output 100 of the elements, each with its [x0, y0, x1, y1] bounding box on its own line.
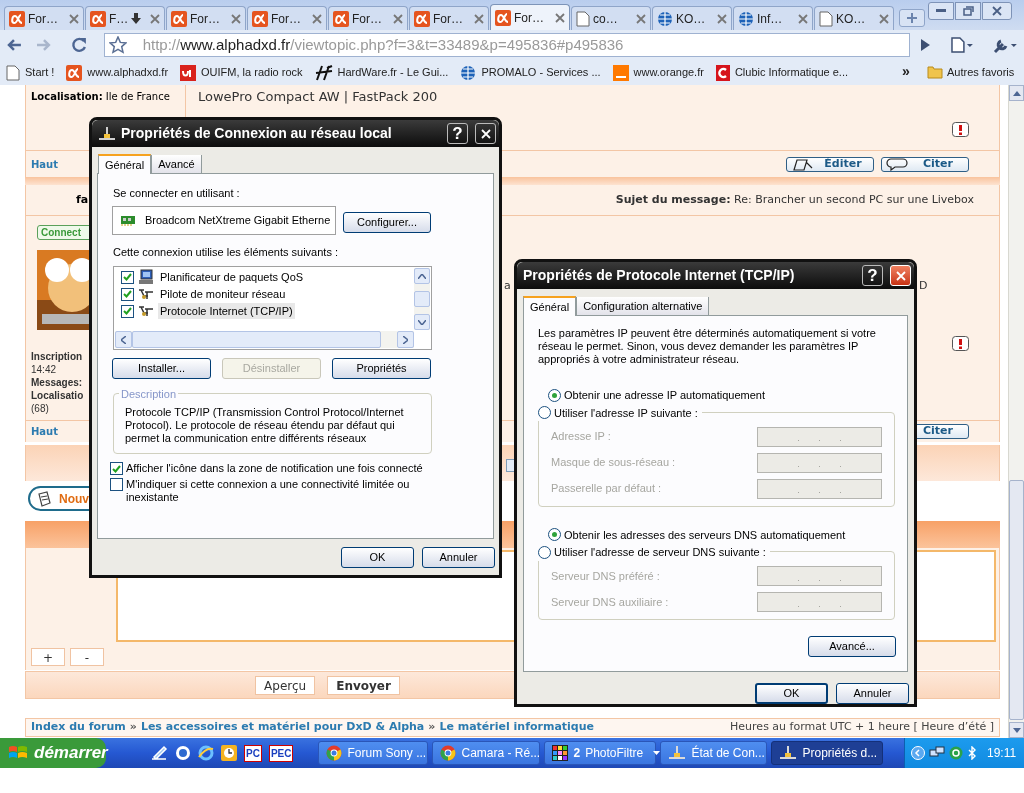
- bookmarks-overflow-chevron[interactable]: »: [902, 61, 910, 82]
- checkbox[interactable]: [121, 270, 134, 284]
- restore-button[interactable]: [955, 2, 981, 20]
- site-logo-icon: [495, 9, 511, 26]
- help-button[interactable]: ?: [862, 265, 883, 286]
- bookmark-star-icon[interactable]: [108, 36, 127, 54]
- advanced-button[interactable]: Avancé...: [808, 636, 896, 657]
- bookmark[interactable]: Clubic Informatique e...: [715, 64, 848, 81]
- radio-button[interactable]: [538, 545, 551, 559]
- pen-icon[interactable]: [150, 745, 168, 761]
- top-link[interactable]: Haut: [31, 156, 59, 172]
- scroll-down-icon[interactable]: [418, 319, 426, 325]
- post-text: a: [504, 278, 511, 294]
- top-link[interactable]: Haut: [31, 424, 59, 439]
- other-bookmarks-folder[interactable]: Autres favoris: [927, 64, 1015, 81]
- size-button[interactable]: -: [70, 648, 104, 666]
- scroll-down-icon[interactable]: [1012, 727, 1021, 733]
- app-icon[interactable]: [175, 745, 191, 761]
- vertical-scrollbar[interactable]: [414, 268, 430, 330]
- dialog-button[interactable]: Installer...: [112, 358, 211, 379]
- go-icon[interactable]: [920, 39, 931, 51]
- size-button[interactable]: +: [31, 648, 65, 666]
- checkbox[interactable]: [121, 304, 134, 318]
- form-button[interactable]: Aperçu: [255, 675, 316, 695]
- taskbar-button[interactable]: Propriétés d...: [771, 741, 884, 765]
- window-title: Propriétés de Protocole Internet (TCP/IP): [523, 266, 795, 285]
- dialog-button[interactable]: OK: [755, 683, 828, 704]
- clock-icon[interactable]: [221, 745, 237, 761]
- browser-tab[interactable]: F…: [85, 6, 165, 30]
- taskbar-button[interactable]: État de Con...: [660, 741, 768, 765]
- close-window-button[interactable]: [982, 2, 1012, 20]
- scroll-up-icon[interactable]: [1012, 90, 1021, 96]
- report-icon[interactable]: [952, 122, 969, 137]
- browser-tab[interactable]: Inf…: [733, 6, 813, 30]
- component-list[interactable]: Planificateur de paquets QoS Pilote de moniteur réseau Protocole Internet (TCP/IP): [113, 266, 432, 350]
- minimize-button[interactable]: [928, 2, 954, 20]
- browser-tab[interactable]: For…: [409, 6, 489, 30]
- bookmark[interactable]: HardWare.fr - Le Gui...: [314, 64, 449, 81]
- browser-tab[interactable]: For…: [490, 4, 570, 30]
- taskbar-button[interactable]: Camara - Ré...: [432, 741, 541, 765]
- browser-tab[interactable]: For…: [247, 6, 327, 30]
- dialog-button[interactable]: Annuler: [836, 683, 909, 704]
- list-item[interactable]: Pilote de moniteur réseau: [158, 285, 288, 303]
- bluetooth-icon[interactable]: [967, 746, 977, 760]
- scroll-up-icon[interactable]: [418, 273, 426, 279]
- bookmark[interactable]: OUIFM, la radio rock: [180, 64, 303, 81]
- browser-tab[interactable]: For…: [328, 6, 408, 30]
- quick-launch-icon[interactable]: PC: [244, 744, 262, 762]
- checkbox[interactable]: [110, 462, 123, 475]
- taskbar-button[interactable]: Forum Sony ...: [318, 741, 429, 765]
- bookmark[interactable]: Start !: [6, 64, 55, 81]
- back-icon[interactable]: [6, 38, 22, 52]
- bookmark[interactable]: PROMALO - Services ...: [460, 64, 601, 81]
- new-tab-button[interactable]: [899, 9, 925, 27]
- browser-tab[interactable]: KO…: [652, 6, 732, 30]
- bookmark[interactable]: www.alphadxd.fr: [66, 64, 169, 81]
- radio-button[interactable]: [548, 388, 561, 402]
- list-item[interactable]: Protocole Internet (TCP/IP): [158, 302, 295, 320]
- horizontal-scrollbar[interactable]: [115, 331, 414, 348]
- dialog-tab[interactable]: Général: [98, 154, 152, 174]
- taskbar-button[interactable]: 2 PhotoFiltre: [544, 741, 657, 765]
- quick-launch-icon[interactable]: PEC: [268, 744, 294, 762]
- vertical-scrollbar[interactable]: [1008, 85, 1024, 738]
- configure-button[interactable]: Configurer...: [343, 211, 431, 233]
- breadcrumb-link[interactable]: Les accessoires et matériel pour DxD & Alpha: [140, 719, 425, 736]
- page-menu-icon[interactable]: [950, 37, 975, 53]
- browser-tab[interactable]: For…: [166, 6, 246, 30]
- breadcrumb-link[interactable]: Le matériel informatique: [439, 719, 594, 736]
- close-button[interactable]: [475, 123, 496, 144]
- radio-button[interactable]: [538, 406, 551, 420]
- reload-icon[interactable]: [69, 36, 88, 54]
- radio-button[interactable]: [548, 528, 561, 542]
- dialog-tab[interactable]: Général: [523, 296, 577, 316]
- browser-tab[interactable]: co…: [571, 6, 651, 30]
- post-button[interactable]: Citer: [881, 156, 969, 172]
- post-button[interactable]: Éditer: [786, 156, 874, 172]
- browser-tab[interactable]: For…: [4, 6, 84, 30]
- dialog-button[interactable]: Annuler: [422, 547, 495, 568]
- sync-icon[interactable]: [949, 746, 963, 760]
- network-status-icon[interactable]: [929, 746, 945, 760]
- browser-tab[interactable]: KO…: [814, 6, 894, 30]
- checkbox[interactable]: [121, 287, 134, 301]
- dialog-tab[interactable]: Configuration alternative: [576, 297, 710, 315]
- checkbox[interactable]: [110, 478, 123, 491]
- help-button[interactable]: ?: [447, 123, 468, 144]
- breadcrumb-link[interactable]: Index du forum: [31, 719, 126, 736]
- dialog-tab[interactable]: Avancé: [151, 155, 202, 173]
- list-item[interactable]: Planificateur de paquets QoS: [158, 268, 306, 286]
- scroll-left-icon[interactable]: [121, 335, 126, 344]
- scroll-right-icon[interactable]: [403, 335, 408, 344]
- bookmark[interactable]: www.orange.fr: [612, 64, 704, 81]
- expand-tray-icon[interactable]: [911, 746, 925, 760]
- form-button[interactable]: Envoyer: [327, 675, 400, 695]
- report-icon[interactable]: [952, 336, 969, 351]
- globe-icon: [657, 10, 673, 27]
- dialog-button[interactable]: Propriétés: [332, 358, 431, 379]
- browser-logo-icon: [326, 745, 343, 761]
- address-field[interactable]: http://www.alphadxd.fr/viewtopic.php?f=3&t=33489&p=495836#p495836: [103, 33, 911, 57]
- browser-icon[interactable]: [198, 745, 214, 761]
- dialog-button[interactable]: OK: [341, 547, 414, 568]
